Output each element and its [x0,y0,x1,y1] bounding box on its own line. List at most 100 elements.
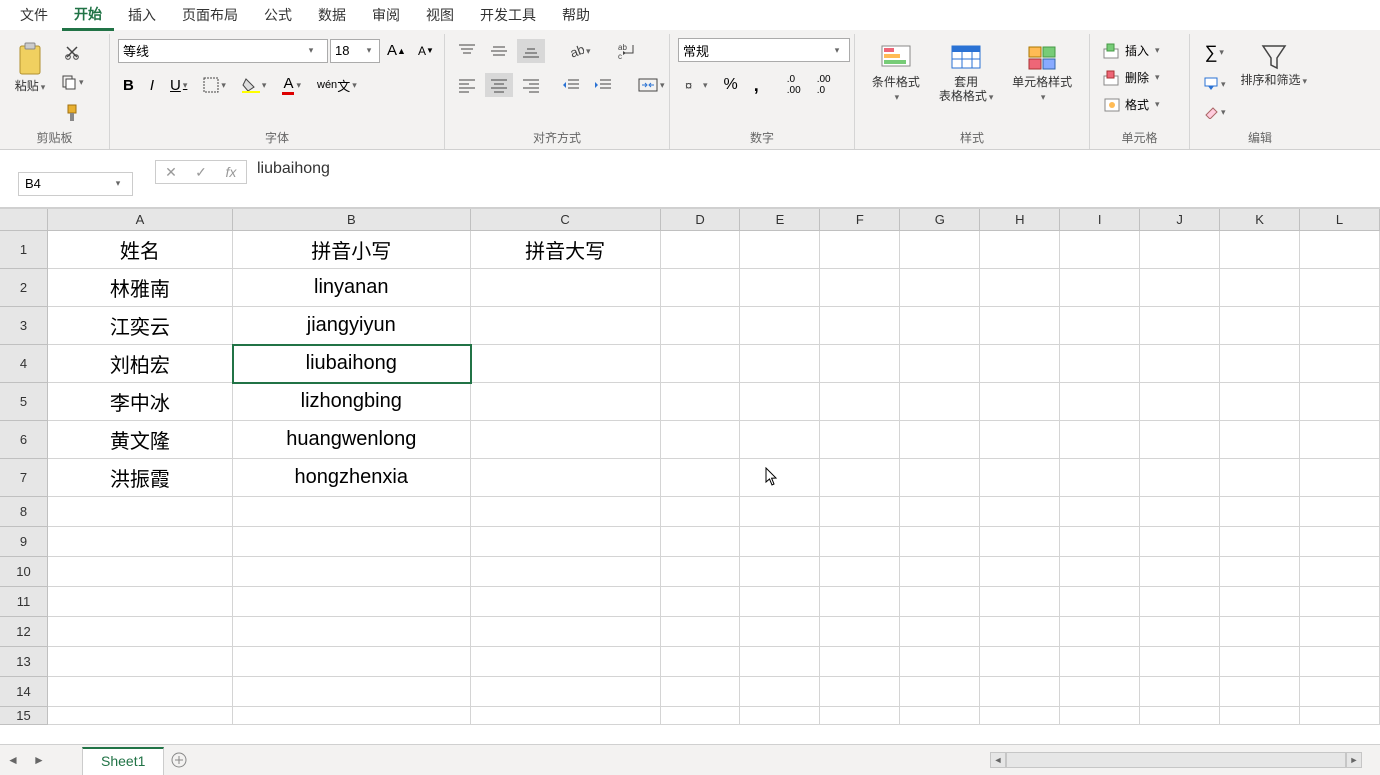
cell-E11[interactable] [740,587,820,617]
cell-L4[interactable] [1300,345,1380,383]
cell-G1[interactable] [900,231,980,269]
cell-H1[interactable] [980,231,1060,269]
cell-E15[interactable] [740,707,820,725]
cell-K5[interactable] [1220,383,1300,421]
cell-A13[interactable] [48,647,233,677]
italic-button[interactable]: I [145,73,159,98]
cell-A9[interactable] [48,527,233,557]
cell-G3[interactable] [900,307,980,345]
cell-H12[interactable] [980,617,1060,647]
cell-F1[interactable] [820,231,900,269]
cell-B5[interactable]: lizhongbing [233,383,471,421]
cell-B15[interactable] [233,707,471,725]
enter-formula-button[interactable]: ✓ [186,161,216,183]
cell-D10[interactable] [661,557,741,587]
name-box-input[interactable] [19,176,109,191]
cell-J6[interactable] [1140,421,1220,459]
cell-D13[interactable] [661,647,741,677]
percent-format-button[interactable]: % [719,72,743,98]
cell-F12[interactable] [820,617,900,647]
cell-C14[interactable] [471,677,661,707]
cell-C5[interactable] [471,383,661,421]
cell-I14[interactable] [1060,677,1140,707]
tab-nav-next[interactable]: ► [26,745,52,775]
cell-I3[interactable] [1060,307,1140,345]
font-name-input[interactable] [119,40,303,62]
row-header-15[interactable]: 15 [0,707,48,725]
cell-K9[interactable] [1220,527,1300,557]
cell-E8[interactable] [740,497,820,527]
tab-nav-prev[interactable]: ◄ [0,745,26,775]
col-header-H[interactable]: H [980,209,1060,231]
cell-G14[interactable] [900,677,980,707]
font-size-dropdown[interactable]: ▾ [361,45,377,56]
insert-cells-button[interactable]: 插入 [1098,38,1165,63]
cell-A8[interactable] [48,497,233,527]
col-header-G[interactable]: G [900,209,980,231]
cell-K11[interactable] [1220,587,1300,617]
merge-center-button[interactable] [633,72,670,98]
cell-E3[interactable] [740,307,820,345]
align-bottom-button[interactable] [517,39,545,63]
row-header-5[interactable]: 5 [0,383,48,421]
cell-C3[interactable] [471,307,661,345]
menu-item-0[interactable]: 文件 [8,1,60,29]
fill-button[interactable] [1198,73,1231,95]
cell-L11[interactable] [1300,587,1380,617]
autosum-button[interactable]: ∑ [1200,38,1229,67]
cell-I13[interactable] [1060,647,1140,677]
cell-L1[interactable] [1300,231,1380,269]
cell-I9[interactable] [1060,527,1140,557]
cell-A1[interactable]: 姓名 [48,231,233,269]
cell-F6[interactable] [820,421,900,459]
row-header-7[interactable]: 7 [0,459,48,497]
cell-D7[interactable] [661,459,741,497]
cell-B8[interactable] [233,497,471,527]
col-header-A[interactable]: A [48,209,233,231]
cell-A4[interactable]: 刘柏宏 [48,345,233,383]
row-header-11[interactable]: 11 [0,587,48,617]
phonetic-guide-button[interactable]: wén文 [312,72,362,99]
cell-A14[interactable] [48,677,233,707]
cell-L13[interactable] [1300,647,1380,677]
cell-D15[interactable] [661,707,741,725]
col-header-L[interactable]: L [1300,209,1380,231]
row-header-6[interactable]: 6 [0,421,48,459]
cell-C8[interactable] [471,497,661,527]
cell-D5[interactable] [661,383,741,421]
align-center-button[interactable] [485,73,513,97]
cell-J9[interactable] [1140,527,1220,557]
cell-E5[interactable] [740,383,820,421]
cell-G11[interactable] [900,587,980,617]
cell-H14[interactable] [980,677,1060,707]
cell-F11[interactable] [820,587,900,617]
menu-item-4[interactable]: 公式 [252,1,304,29]
cell-D2[interactable] [661,269,741,307]
horizontal-scrollbar[interactable]: ◄ ► [990,745,1380,775]
cell-E7[interactable] [740,459,820,497]
cell-H13[interactable] [980,647,1060,677]
cell-A6[interactable]: 黄文隆 [48,421,233,459]
cell-E14[interactable] [740,677,820,707]
cut-button[interactable] [59,40,85,64]
cell-J4[interactable] [1140,345,1220,383]
cell-L14[interactable] [1300,677,1380,707]
cell-B10[interactable] [233,557,471,587]
cell-B14[interactable] [233,677,471,707]
name-box-dropdown[interactable]: ▾ [109,178,127,189]
cell-H6[interactable] [980,421,1060,459]
cell-G13[interactable] [900,647,980,677]
accounting-format-button[interactable]: ¤ [678,73,713,97]
cell-D11[interactable] [661,587,741,617]
cell-D9[interactable] [661,527,741,557]
cell-D14[interactable] [661,677,741,707]
cell-B12[interactable] [233,617,471,647]
cell-K3[interactable] [1220,307,1300,345]
cell-K8[interactable] [1220,497,1300,527]
cell-K12[interactable] [1220,617,1300,647]
add-sheet-button[interactable] [164,745,194,775]
bold-button[interactable]: B [118,73,139,98]
font-size-combo[interactable]: ▾ [330,39,380,63]
cell-A10[interactable] [48,557,233,587]
cell-K7[interactable] [1220,459,1300,497]
